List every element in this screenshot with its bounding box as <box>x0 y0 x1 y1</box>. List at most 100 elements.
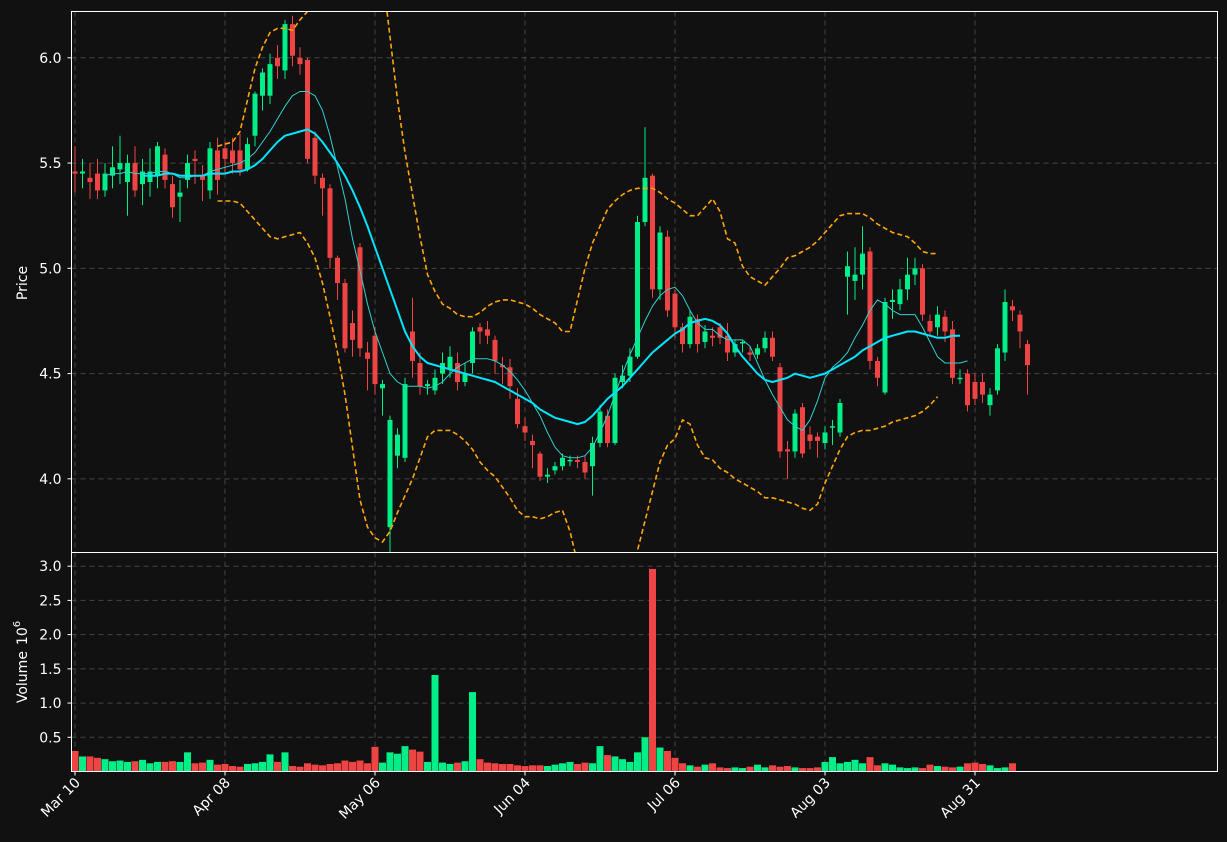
volume-bar <box>409 749 416 772</box>
volume-bar <box>791 767 799 772</box>
volume-bar <box>844 761 851 772</box>
volume-bar <box>881 763 889 772</box>
volume-bar <box>491 763 499 772</box>
volume-tick-label: 1.0 <box>39 696 61 712</box>
volume-bar <box>184 752 191 772</box>
volume-bar <box>236 766 244 772</box>
volume-bar <box>611 756 619 772</box>
volume-bar <box>169 761 176 772</box>
volume-bar <box>424 761 431 772</box>
volume-bar <box>311 764 319 772</box>
candle-body <box>890 299 895 302</box>
candle-body <box>102 173 108 191</box>
candle-body <box>642 177 648 223</box>
candle-body <box>702 331 708 342</box>
candle-body <box>972 381 978 399</box>
volume-bar <box>259 761 266 772</box>
candle-body <box>575 459 580 462</box>
volume-bar <box>836 763 844 772</box>
candle-body <box>320 177 325 189</box>
volume-bar <box>761 767 769 772</box>
volume-bar <box>199 762 206 772</box>
candle-body <box>980 381 985 395</box>
candle-body <box>425 384 430 387</box>
volume-bar <box>986 765 994 772</box>
candle-body <box>1025 344 1030 366</box>
volume-bar <box>979 763 986 772</box>
candle-body <box>162 154 168 180</box>
volume-tick-label: 3.0 <box>39 559 61 575</box>
volume-bar <box>454 762 461 772</box>
volume-bar <box>161 761 169 772</box>
volume-bar <box>289 766 296 772</box>
volume-bar <box>71 750 79 772</box>
volume-bar <box>596 746 604 772</box>
volume-tick-label: 2.5 <box>39 593 61 609</box>
volume-bar <box>964 763 971 772</box>
candle-body <box>537 453 543 477</box>
candle-body <box>432 377 438 391</box>
volume-bar <box>191 763 199 772</box>
volume-bar <box>664 750 671 772</box>
volume-bar <box>499 763 506 772</box>
candle-body <box>710 335 715 338</box>
volume-bar <box>896 767 904 772</box>
volume-bar <box>934 766 941 772</box>
candle-body <box>387 419 393 528</box>
volume-bar <box>671 757 679 772</box>
volume-bar <box>514 765 521 772</box>
volume-bar <box>229 766 236 772</box>
volume-bar <box>709 763 716 772</box>
candle-body <box>837 403 843 433</box>
volume-bar <box>101 759 109 772</box>
candle-body <box>927 320 933 332</box>
price-tick-label: 4.5 <box>39 367 61 383</box>
candle-body <box>80 171 85 174</box>
candle-body <box>597 411 603 444</box>
candle-body <box>987 394 993 406</box>
volume-bar <box>266 754 274 772</box>
candle-body <box>245 144 250 170</box>
candle-body <box>770 337 775 357</box>
candle-body <box>207 148 213 191</box>
candle-body <box>192 158 198 161</box>
volume-bar <box>529 765 536 772</box>
candle-body <box>350 323 355 340</box>
candle-body <box>237 150 243 170</box>
candle-body <box>222 148 228 159</box>
volume-bar <box>176 761 184 772</box>
volume-bar <box>656 747 664 772</box>
candle-body <box>755 348 760 355</box>
candle-body <box>95 173 100 191</box>
volume-bar <box>469 692 476 772</box>
volume-bar <box>349 761 356 772</box>
volume-bar <box>904 768 911 772</box>
volume-axis-label: Volume 106 <box>12 621 31 703</box>
candle-body <box>215 150 220 180</box>
volume-bar <box>356 760 364 772</box>
volume-axis-label-name: Volume <box>15 651 31 703</box>
volume-bar <box>866 757 874 772</box>
volume-bar <box>94 757 101 772</box>
volume-bar <box>386 752 394 772</box>
volume-bar <box>821 761 829 772</box>
volume-bar <box>221 763 229 772</box>
volume-bar <box>956 766 964 772</box>
candle-body <box>807 434 813 441</box>
volume-bar <box>109 761 116 772</box>
volume-bar <box>799 768 806 772</box>
volume-bar <box>701 764 709 772</box>
price-tick-label: 5.5 <box>39 156 61 172</box>
price-axis-label: Price <box>15 266 31 300</box>
volume-bar <box>446 763 454 772</box>
volume-bar <box>416 751 424 772</box>
volume-bar <box>439 762 446 772</box>
volume-bar <box>1009 763 1016 772</box>
volume-bar <box>521 766 529 772</box>
candle-body <box>957 377 963 380</box>
volume-bar <box>394 753 401 772</box>
volume-bar <box>461 761 469 772</box>
volume-bar <box>769 765 776 772</box>
volume-bar <box>784 766 791 772</box>
volume-bar <box>401 746 409 772</box>
